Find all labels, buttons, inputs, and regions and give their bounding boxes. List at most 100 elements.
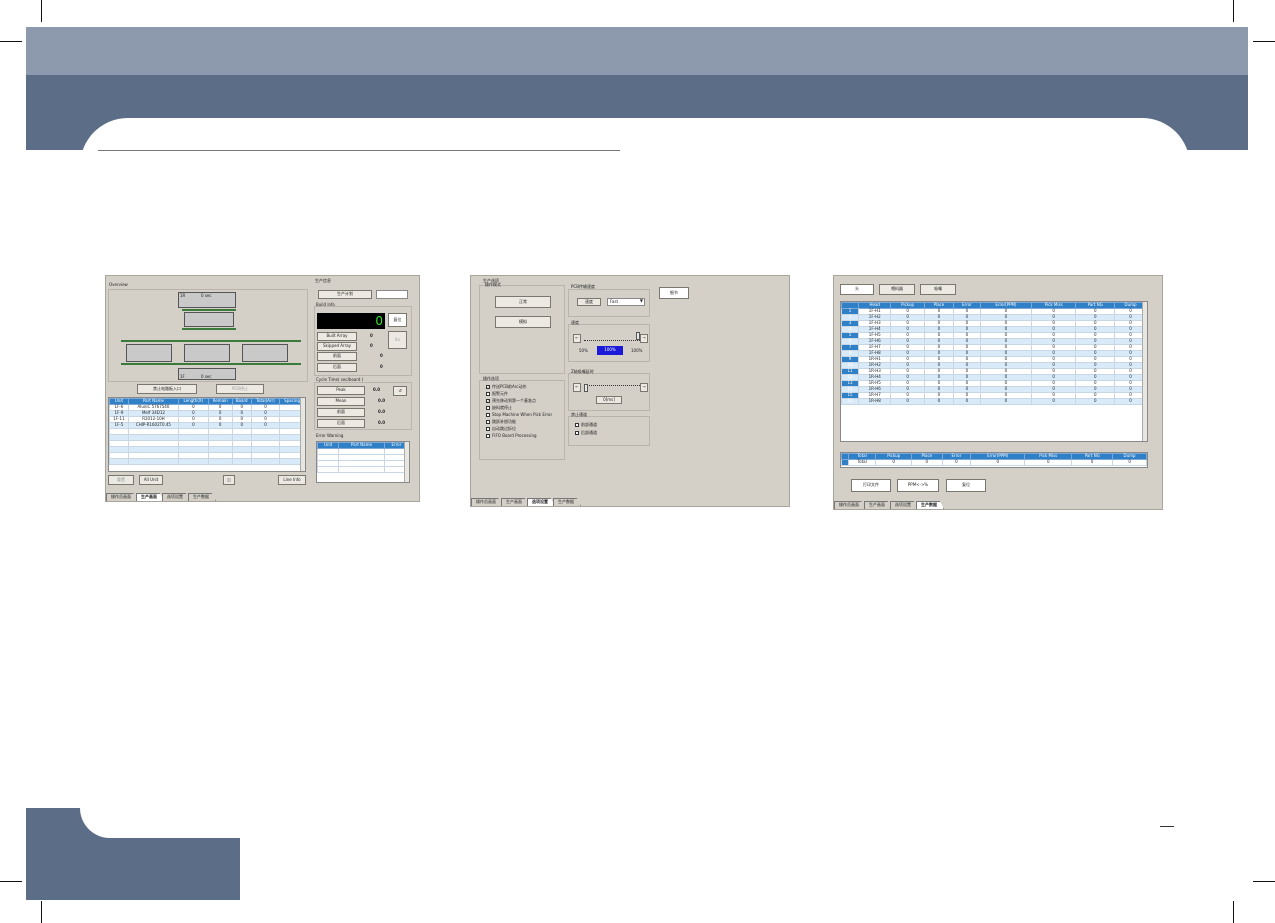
front-label: 前面	[317, 352, 357, 361]
production-plan-button[interactable]: 生产计划	[318, 290, 372, 299]
speed-slider-group	[568, 324, 650, 362]
table-cell	[250, 458, 281, 465]
tab-2[interactable]: 选项设置	[527, 498, 555, 506]
row-index: 16	[840, 398, 860, 405]
error-table: Unit Part Name Error	[316, 441, 410, 483]
tab-0[interactable]: 操作员画面	[471, 498, 503, 506]
tab-1[interactable]: 生产画面	[136, 493, 164, 501]
pcb-speed-title: PCB传输速度	[571, 284, 595, 289]
front-value: 0	[380, 353, 383, 358]
table-cell	[338, 466, 385, 473]
checkbox-box[interactable]	[575, 431, 579, 435]
checkbox-label: 报警元件	[492, 391, 508, 396]
tab-2[interactable]: 选项设置	[890, 501, 918, 509]
print-file-button[interactable]: 打印文件	[851, 479, 891, 492]
copy-icon[interactable]: ◫	[223, 475, 235, 485]
table-row[interactable]: 16 1R-H8 0 0 0 0 0 0 0	[840, 398, 1147, 405]
normal-mode-button[interactable]: 正常	[495, 296, 551, 308]
tab-3[interactable]: 生产数据	[553, 498, 581, 506]
board-counter: 0	[317, 313, 385, 329]
crop-mark	[1253, 41, 1275, 42]
front-cycle-value: 0.0	[378, 409, 386, 414]
rail	[121, 340, 301, 342]
checkbox-box[interactable]	[486, 434, 490, 438]
checkbox-label: 缺料就停止	[492, 405, 512, 410]
disabled-button[interactable]: Bo	[388, 331, 407, 349]
crop-mark	[0, 41, 22, 42]
top-unit-label: 1R	[180, 293, 186, 298]
total-row: Total 0 0 0 0 0 0 0	[841, 459, 1147, 466]
nozzle-button[interactable]: 吸嘴	[920, 284, 956, 295]
checkbox-label: 后部通道	[581, 430, 597, 435]
reset-button[interactable]: 复位	[388, 313, 407, 327]
speed-select[interactable]: Fast ▼	[607, 298, 645, 306]
data-grid-scrollbar[interactable]	[1142, 302, 1147, 441]
production-screen: Overview 1R 0 sec 1F 0 sec 禁止电路板入口 PCB停止…	[105, 275, 420, 502]
error-scrollbar[interactable]	[404, 442, 409, 482]
detail-button[interactable]: 细节	[659, 287, 689, 299]
line-info-button[interactable]: Line Info	[278, 475, 306, 485]
parts-scrollbar[interactable]	[300, 398, 305, 471]
checkbox-box[interactable]: ✓	[486, 399, 490, 403]
error-header-row: Unit Part Name Error	[316, 442, 410, 449]
rear-label: 后面	[317, 363, 357, 372]
built-array-label: Built Array	[317, 332, 357, 341]
feeder-button[interactable]: 喂料器	[879, 284, 915, 295]
delay-decrease-button[interactable]: ←	[573, 383, 581, 392]
tab-1[interactable]: 生产画面	[864, 501, 892, 509]
all-unit-button[interactable]: All Unit	[139, 475, 163, 485]
table-cell: 0	[941, 459, 972, 466]
options-screen: 生产选项 操作模式 正常 模拟 PCB传输速度 速度 Fast ▼ 细节 速度 …	[470, 275, 790, 507]
tab-0[interactable]: 操作员画面	[106, 493, 138, 501]
table-cell: 0	[1075, 398, 1116, 405]
checkbox-box[interactable]	[486, 427, 490, 431]
conveyor-top: 1R 0 sec	[178, 292, 236, 308]
checkbox-box[interactable]: ✓	[486, 385, 490, 389]
tab-2[interactable]: 选项设置	[162, 493, 190, 501]
ppm-toggle-button[interactable]: PPM<->%	[897, 479, 939, 492]
delay-slider-thumb[interactable]	[584, 384, 588, 392]
tab-3[interactable]: 生产数据	[188, 493, 216, 501]
option-checkbox[interactable]: FIFO Board Processing	[486, 433, 552, 441]
tab-3[interactable]: 生产数据	[916, 501, 944, 509]
table-cell	[177, 458, 209, 465]
slider-increase-button[interactable]: →	[640, 334, 648, 343]
head-data-grid: Head Pickup Place Error Error(PPM) Pick Miss P…	[840, 301, 1148, 442]
row-index	[841, 459, 849, 466]
stop-entrance-button[interactable]: 禁止电路板入口	[137, 384, 197, 394]
speed-slider-track[interactable]	[584, 336, 640, 341]
checkbox-label: 预先移动到第一个基准点	[492, 398, 536, 403]
delay-slider-track[interactable]	[584, 381, 640, 386]
tab-0[interactable]: 操作员画面	[834, 501, 866, 509]
simulate-mode-button[interactable]: 模拟	[495, 316, 551, 328]
checkbox-box[interactable]	[486, 406, 490, 410]
slider-decrease-button[interactable]: ←	[573, 334, 581, 343]
pcb-stop-button[interactable]: PCB停止	[216, 384, 264, 394]
checkbox-box[interactable]	[486, 413, 490, 417]
table-cell: 0	[952, 398, 981, 405]
crop-mark	[41, 0, 42, 22]
lane-checkbox[interactable]: 后部通道	[575, 430, 597, 439]
disable-lane-checklist: 前部通道 后部通道	[575, 422, 597, 439]
built-array-value: 0	[370, 333, 373, 338]
delay-increase-button[interactable]: →	[640, 383, 648, 392]
table-cell: 0	[1112, 459, 1147, 466]
module-left	[126, 344, 172, 362]
peak-value: 0.0	[373, 387, 381, 392]
rear-cycle-value: 0.0	[378, 420, 386, 425]
rail	[182, 328, 236, 330]
data-reset-button[interactable]: 复位	[946, 479, 986, 492]
table-row-empty	[109, 458, 305, 465]
tab-bar: 操作员画面 生产画面 选项设置 生产数据	[106, 492, 216, 501]
checkbox-box[interactable]	[486, 392, 490, 396]
head-button[interactable]: 头	[840, 284, 874, 295]
cycle-detail-icon[interactable]: ↺	[393, 386, 407, 396]
tab-1[interactable]: 生产画面	[501, 498, 529, 506]
plan-field[interactable]	[376, 290, 408, 299]
table-cell: 0	[1071, 459, 1114, 466]
table-cell	[316, 466, 340, 473]
checkbox-box[interactable]	[486, 420, 490, 424]
checkbox-box[interactable]	[575, 423, 579, 427]
reset-left-button[interactable]: 重置	[108, 475, 134, 485]
chevron-down-icon: ▼	[639, 298, 643, 303]
